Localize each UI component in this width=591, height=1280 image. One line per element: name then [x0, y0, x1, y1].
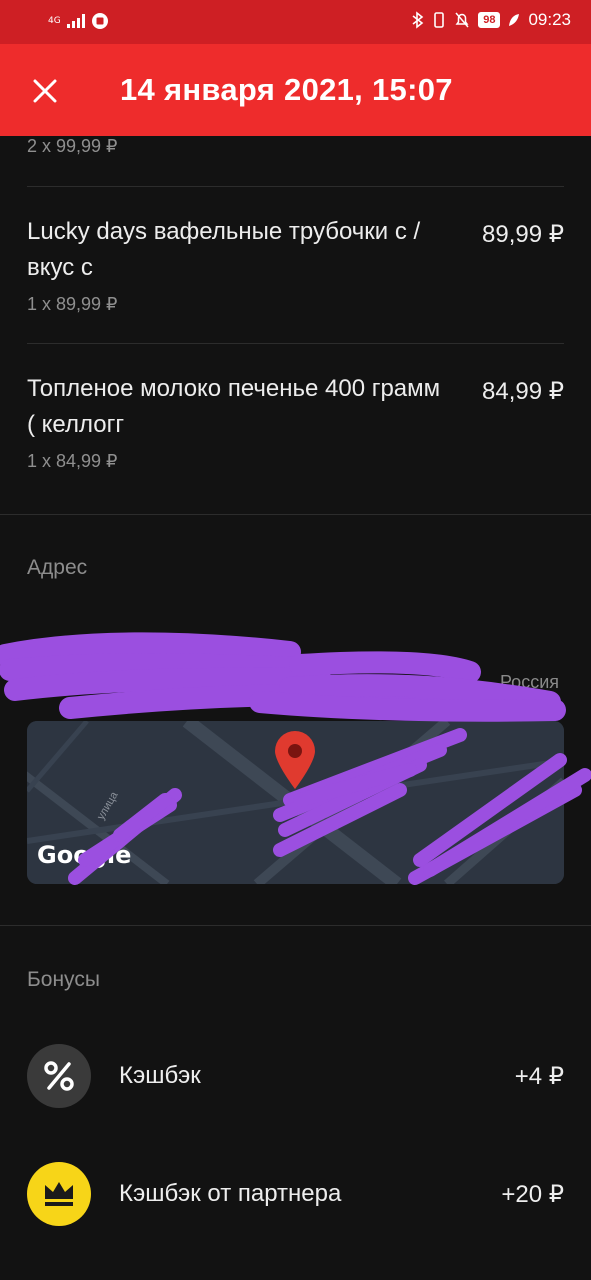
page-title: 14 января 2021, 15:07: [120, 72, 453, 107]
address-map[interactable]: улица Google: [27, 721, 564, 884]
bonus-row-cashback[interactable]: Кэшбэк +4 ₽: [0, 1044, 591, 1114]
close-icon: [33, 79, 57, 103]
address-section-title: Адрес: [27, 556, 88, 579]
divider: [27, 186, 564, 187]
address-country: Россия: [499, 672, 559, 692]
clock: 09:23: [528, 10, 571, 29]
map-pin-icon: [275, 731, 315, 789]
bonus-value: +4 ₽: [514, 1063, 564, 1090]
bonuses-section-title: Бонусы: [27, 968, 100, 991]
toolbar: 14 января 2021, 15:07: [0, 44, 591, 136]
status-bar: 4G 98 09:23: [0, 0, 591, 44]
close-button[interactable]: [20, 66, 70, 116]
app-notification-icon: [91, 13, 108, 29]
crown-icon: [27, 1162, 91, 1226]
divider: [0, 514, 591, 515]
network-type: 4G: [48, 15, 61, 26]
bonus-label: Кэшбэк от партнера: [119, 1180, 342, 1207]
percent-icon: [27, 1044, 91, 1108]
divider: [27, 343, 564, 344]
mute-bell-icon: [455, 12, 469, 28]
item-qty: 2 x 99,99 ₽: [27, 136, 118, 156]
bonus-label: Кэшбэк: [119, 1062, 201, 1089]
map-google-logo: Google: [37, 841, 132, 869]
divider: [0, 925, 591, 926]
receipt-content[interactable]: 2 x 99,99 ₽ Lucky days вафельные трубочк…: [0, 136, 591, 1280]
item-price: 84,99 ₽: [482, 378, 564, 405]
bonus-row-partner-cashback[interactable]: Кэшбэк от партнера +20 ₽: [0, 1162, 591, 1232]
item-name: Топленое молоко печенье 400 грамм ( келл…: [27, 375, 441, 438]
status-left: 4G: [48, 12, 109, 30]
battery-indicator: 98: [478, 12, 501, 28]
bonus-value: +20 ₽: [501, 1181, 564, 1208]
item-qty: 1 x 84,99 ₽: [27, 451, 118, 471]
status-right: 98 09:23: [412, 10, 571, 30]
signal-icon: [66, 14, 85, 28]
leaf-icon: [509, 14, 520, 26]
item-price: 89,99 ₽: [482, 221, 564, 248]
item-qty: 1 x 89,99 ₽: [27, 294, 118, 314]
vibrate-icon: [434, 12, 445, 28]
bluetooth-icon: [412, 11, 424, 29]
item-name: Lucky days вафельные трубочки с / вкус с: [27, 218, 421, 281]
